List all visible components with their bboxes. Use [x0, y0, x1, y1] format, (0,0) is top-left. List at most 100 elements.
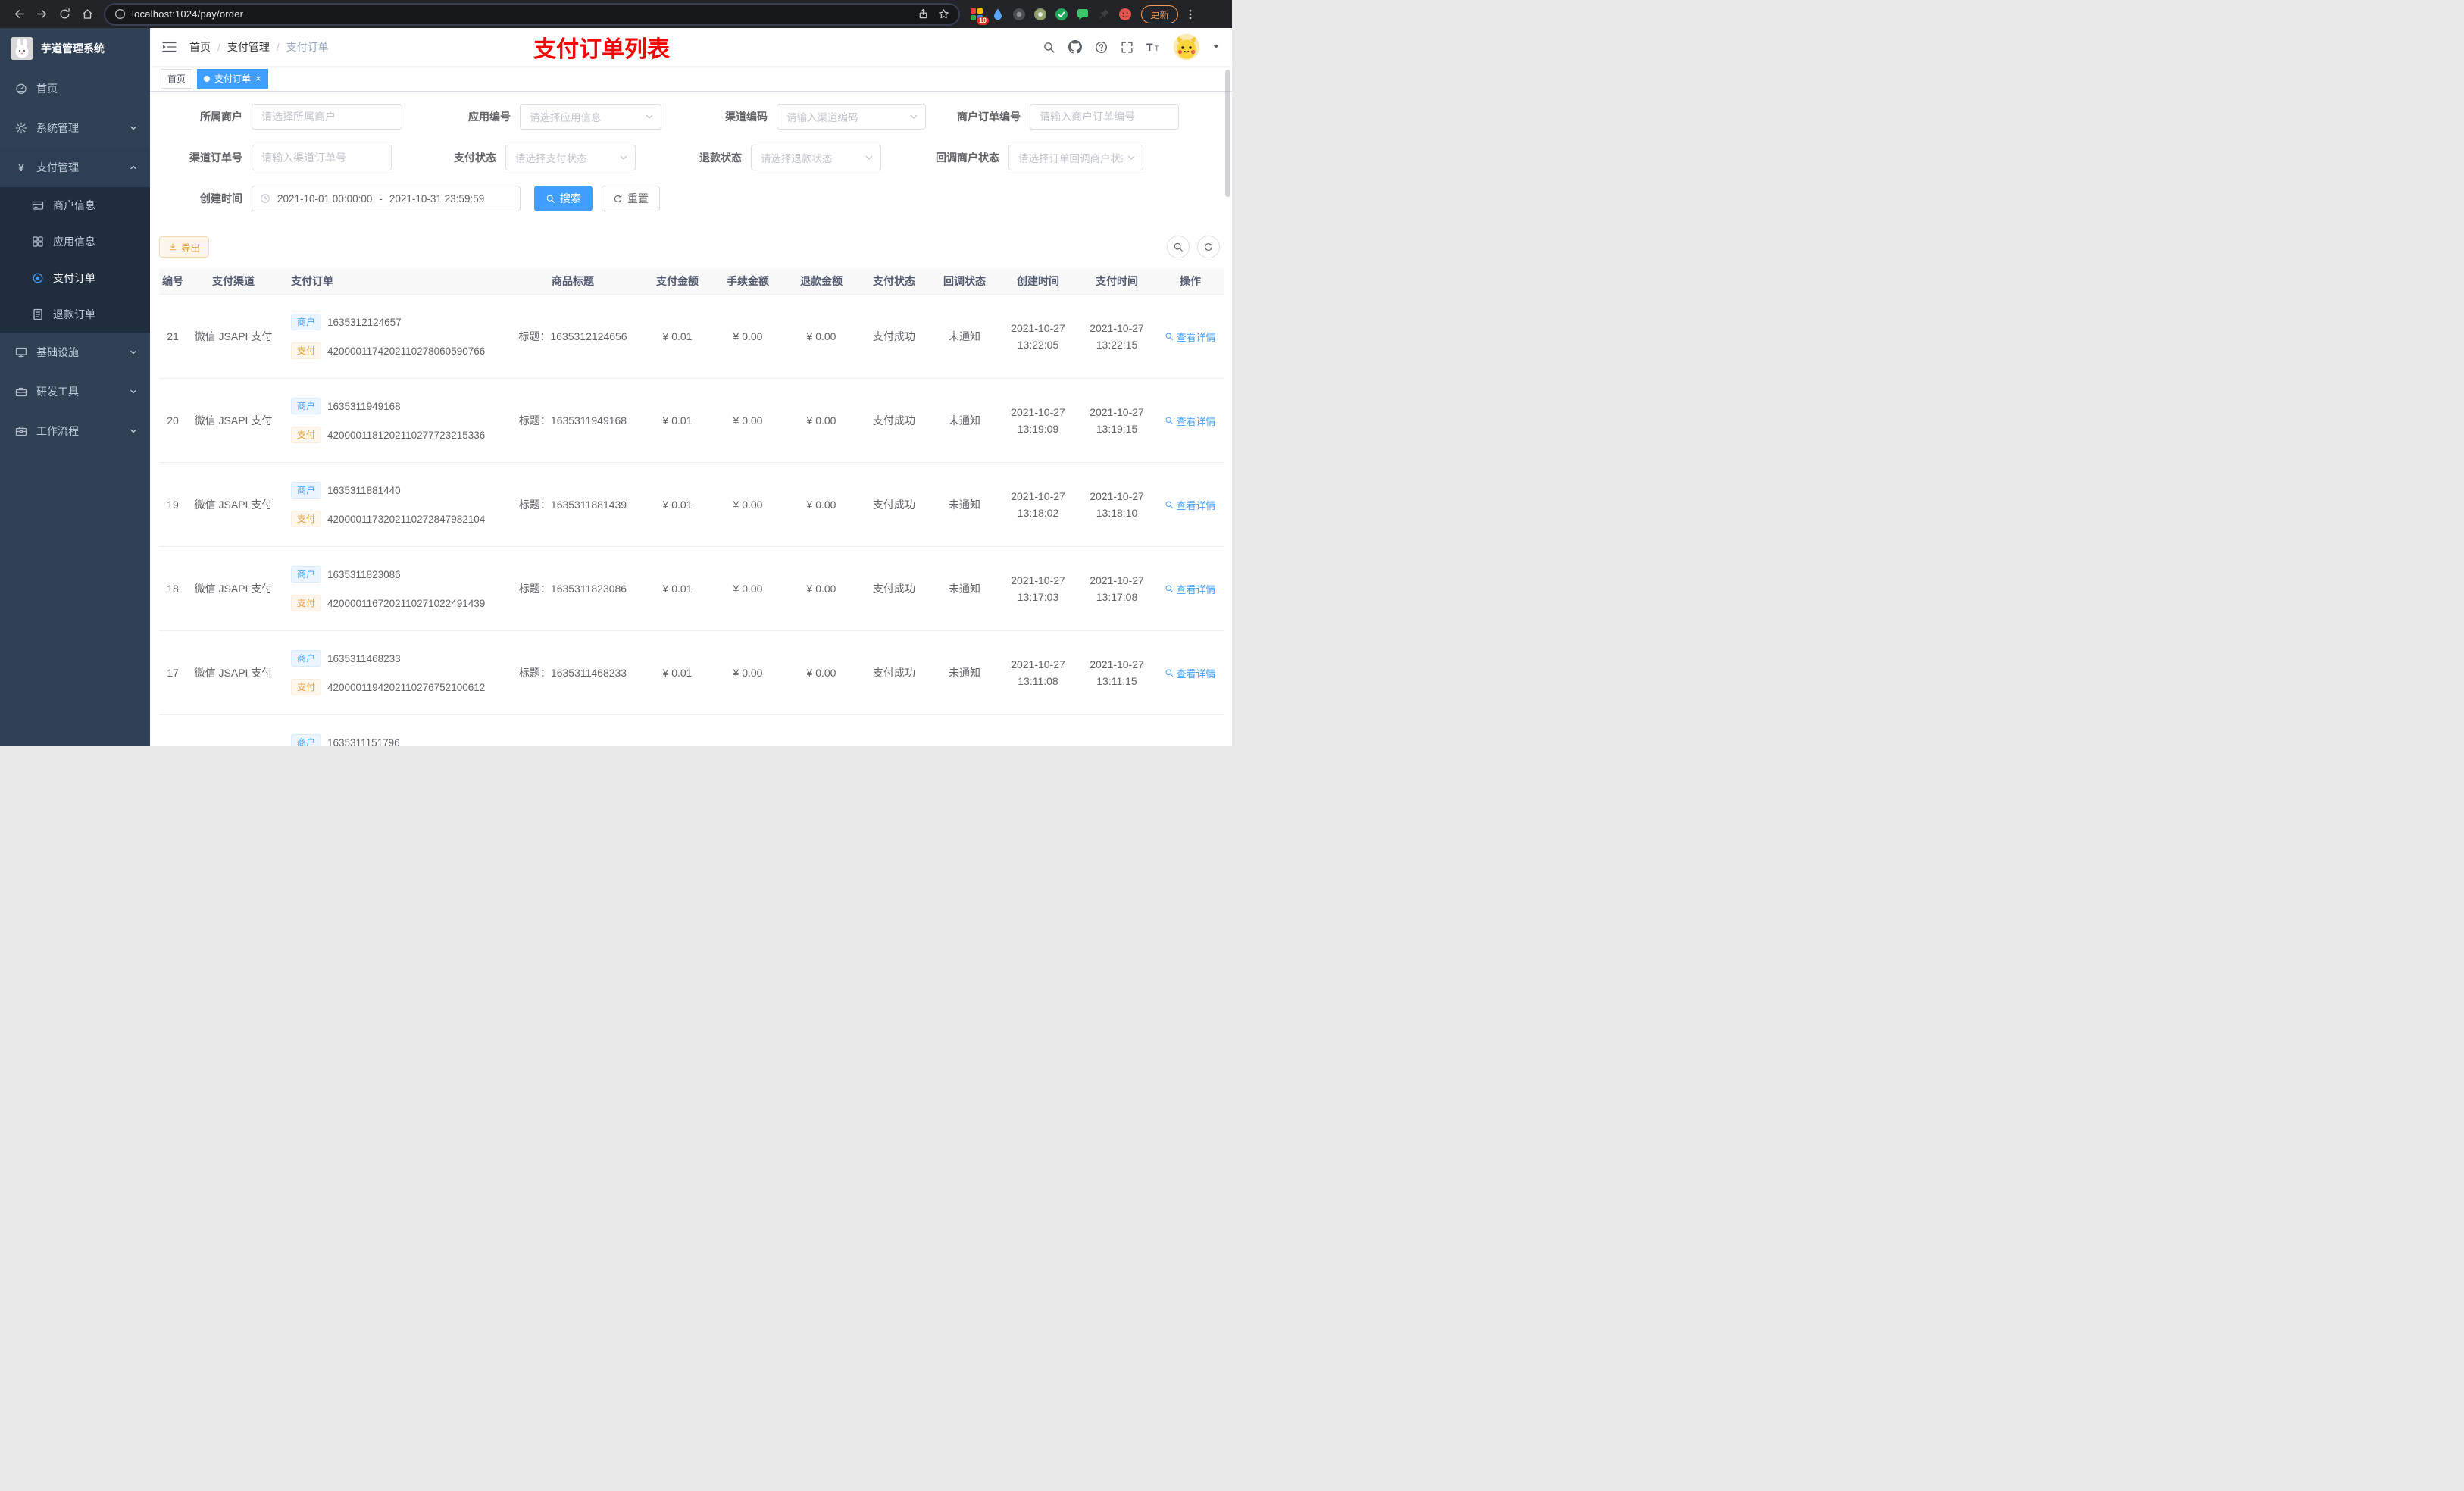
cell-actions: 查看详情 [1156, 547, 1224, 630]
col-notify: 回调状态 [943, 275, 986, 287]
view-detail-link[interactable]: 查看详情 [1165, 666, 1216, 680]
bookmark-star-icon[interactable] [938, 8, 949, 20]
cell-channel: 微信 JSAPI 支付 [194, 499, 273, 511]
merchant-input[interactable] [252, 104, 402, 130]
cell-status: 支付成功 [873, 499, 915, 511]
create-time-range-input[interactable]: 2021-10-01 00:00:00 - 2021-10-31 23:59:5… [252, 186, 521, 211]
chat-extension-icon[interactable] [1076, 8, 1090, 21]
refresh-button[interactable] [53, 3, 76, 26]
reset-button[interactable]: 重置 [602, 186, 660, 211]
tab-pay-order[interactable]: 支付订单 × [197, 68, 268, 89]
help-icon[interactable] [1095, 41, 1108, 54]
user-avatar[interactable] [1174, 34, 1199, 60]
table-row: 商户1635311151796 支付 [159, 715, 1224, 746]
view-detail-link[interactable]: 查看详情 [1165, 330, 1216, 344]
url-bar[interactable]: localhost:1024/pay/order [105, 3, 959, 25]
date-end-value[interactable]: 2021-10-31 23:59:59 [389, 193, 484, 205]
sidebar-item-pay-order[interactable]: 支付订单 [0, 260, 150, 296]
sidebar-item-payment[interactable]: ¥ 支付管理 [0, 148, 150, 187]
filter-channel-order-no: 渠道订单号 [159, 145, 392, 170]
sidebar-item-home[interactable]: 首页 [0, 69, 150, 108]
colorful-extension-icon[interactable]: 10 [970, 8, 989, 25]
refund-status-select[interactable]: 请选择退款状态 [751, 145, 881, 170]
cell-id: 17 [167, 667, 179, 679]
breadcrumb-home[interactable]: 首页 [189, 39, 211, 55]
cell-actions: 查看详情 [1156, 463, 1224, 546]
cell-refund: ¥ 0.00 [806, 667, 836, 679]
app-no-select[interactable]: 请选择应用信息 [520, 104, 661, 130]
cell-order: 商户 1635311949168 支付 4200001181202110277723… [280, 379, 502, 462]
merchant-order-no-input[interactable] [1030, 104, 1179, 130]
channel-order-no-input[interactable] [252, 145, 392, 170]
cell-paid: 2021-10-27 13:19:15 [1090, 406, 1144, 435]
filter-merchant-order-no: 商户订单编号 [926, 104, 1179, 130]
cell-order: 商户 1635311881440 支付 4200001173202110272847… [280, 463, 502, 546]
cell-id: 21 [167, 330, 179, 342]
face-avatar-extension-icon[interactable] [1118, 8, 1132, 21]
page-content: 所属商户 应用编号 请选择应用信息 渠道编码 请输入渠道编码 [150, 92, 1232, 746]
sidebar-item-infrastructure[interactable]: 基础设施 [0, 333, 150, 372]
cell-channel: 微信 JSAPI 支付 [194, 414, 273, 427]
toolbox-icon [15, 386, 27, 398]
sidebar-item-workflow[interactable]: 工作流程 [0, 411, 150, 451]
monitor-icon [15, 346, 27, 358]
forward-button[interactable] [30, 3, 53, 26]
cell-channel: 微信 JSAPI 支付 [194, 330, 273, 342]
order-target-icon [32, 272, 44, 284]
view-detail-link[interactable]: 查看详情 [1165, 414, 1216, 428]
chevron-down-icon [129, 123, 138, 133]
main-area: 首页 / 支付管理 / 支付订单 支付订单列表 T T 首页 支付订单 × 所属… [150, 28, 1232, 746]
cell-channel: 微信 JSAPI 支付 [194, 583, 273, 595]
pin-extension-icon[interactable] [1097, 8, 1111, 21]
refresh-table-icon[interactable] [1197, 236, 1220, 258]
col-order: 支付订单 [291, 275, 333, 287]
cell-fee [711, 715, 785, 746]
tab-home[interactable]: 首页 [161, 68, 193, 89]
svg-text:T: T [1155, 45, 1159, 52]
sidebar-toggle-icon[interactable] [162, 41, 177, 53]
sidebar-item-app-info[interactable]: 应用信息 [0, 223, 150, 260]
table-row: 21 微信 JSAPI 支付 商户 1635312124657 支付 4200001… [159, 295, 1224, 379]
tab-close-icon[interactable]: × [255, 73, 261, 83]
view-detail-link[interactable]: 查看详情 [1165, 582, 1216, 596]
cell-paid: 2021-10-27 13:18:10 [1090, 490, 1144, 519]
url-text[interactable]: localhost:1024/pay/order [132, 8, 243, 20]
date-start-value[interactable]: 2021-10-01 00:00:00 [277, 193, 372, 205]
filter-merchant: 所属商户 [159, 104, 402, 130]
dark-circle-extension-icon[interactable] [1012, 8, 1026, 21]
search-icon[interactable] [1043, 41, 1055, 54]
olive-circle-extension-icon[interactable] [1033, 8, 1047, 21]
fullscreen-icon[interactable] [1121, 41, 1134, 54]
sidebar-item-system[interactable]: 系统管理 [0, 108, 150, 148]
search-button[interactable]: 搜索 [534, 186, 593, 211]
browser-window: localhost:1024/pay/order 10 更新 芋道管理系统 首页… [0, 0, 1232, 746]
browser-update-button[interactable]: 更新 [1141, 5, 1179, 23]
pay-status-select[interactable]: 请选择支付状态 [505, 145, 636, 170]
page-scrollbar[interactable] [1225, 70, 1230, 197]
browser-menu-icon[interactable] [1184, 8, 1196, 20]
green-check-extension-icon[interactable] [1055, 8, 1068, 21]
back-button[interactable] [8, 3, 30, 26]
cell-paid: 2021-10-27 13:11:15 [1090, 658, 1144, 687]
site-info-icon[interactable] [114, 8, 126, 20]
hide-search-icon[interactable] [1167, 236, 1190, 258]
cell-actions [1156, 715, 1224, 746]
merchant-card-icon [32, 199, 44, 211]
callback-status-select[interactable]: 请选择订单回调商户状态 [1008, 145, 1143, 170]
cell-title: 标题：1635311468233 [518, 667, 627, 679]
drop-extension-icon[interactable] [991, 8, 1005, 21]
font-size-icon[interactable]: TT [1146, 41, 1161, 53]
export-button[interactable]: 导出 [159, 236, 210, 258]
share-icon[interactable] [918, 8, 929, 20]
github-icon[interactable] [1068, 40, 1082, 54]
sidebar-item-refund-order[interactable]: 退款订单 [0, 296, 150, 333]
cell-id: 20 [167, 414, 179, 427]
sidebar-item-dev-tools[interactable]: 研发工具 [0, 372, 150, 411]
channel-code-select[interactable]: 请输入渠道编码 [777, 104, 926, 130]
avatar-caret-down-icon[interactable] [1212, 43, 1220, 51]
logo[interactable]: 芋道管理系统 [0, 28, 150, 69]
view-detail-link[interactable]: 查看详情 [1165, 498, 1216, 512]
sidebar-item-merchant-info[interactable]: 商户信息 [0, 187, 150, 223]
breadcrumb-payment[interactable]: 支付管理 [227, 39, 270, 55]
home-button[interactable] [76, 3, 98, 26]
